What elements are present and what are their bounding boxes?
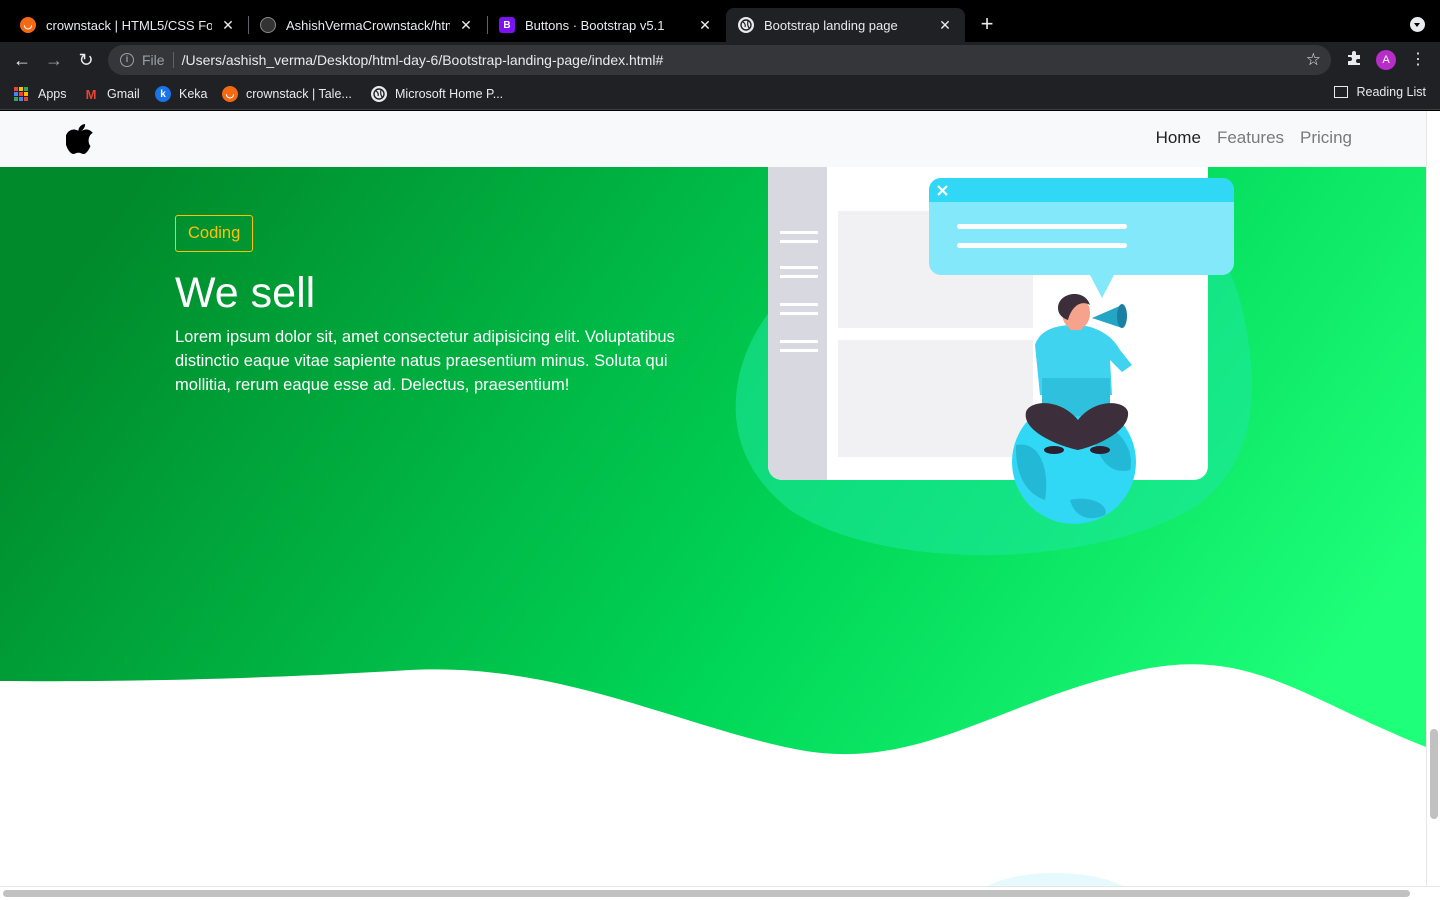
browser-toolbar: ← → ↻ i File /Users/ashish_verma/Desktop… [0, 42, 1440, 78]
tab-title: Bootstrap landing page [764, 17, 898, 33]
close-icon[interactable]: ✕ [937, 17, 953, 34]
horizontal-scrollbar-thumb[interactable] [3, 890, 1410, 897]
reading-list-label: Reading List [1356, 85, 1427, 99]
bookmark-gmail[interactable]: M Gmail [83, 85, 140, 103]
nav-link-features[interactable]: Features [1217, 128, 1284, 148]
bookmark-apps[interactable]: Apps [14, 85, 67, 103]
coding-badge: Coding [175, 215, 254, 252]
info-icon[interactable]: i [120, 53, 134, 67]
bookmark-label: Microsoft Home P... [395, 87, 504, 101]
bookmark-crownstack[interactable]: ◡ crownstack | Tale... [222, 85, 352, 103]
page-viewport: Home Features Pricing Coding We sell Lor… [0, 111, 1426, 886]
site-navbar: Home Features Pricing [0, 111, 1426, 167]
close-icon[interactable]: ✕ [458, 17, 474, 34]
marketing-illustration [735, 167, 1252, 555]
crownstack-icon: ◡ [222, 86, 238, 102]
tab-search-icon[interactable] [1410, 17, 1425, 32]
reading-list-button[interactable]: Reading List [1333, 85, 1427, 99]
crownstack-icon: ◡ [20, 17, 36, 33]
globe-icon [738, 17, 754, 33]
apps-grid-icon [14, 87, 28, 101]
address-separator [172, 52, 174, 68]
vertical-scrollbar-thumb[interactable] [1430, 729, 1438, 819]
vertical-scrollbar[interactable] [1426, 111, 1440, 886]
tab-bootstrap-buttons[interactable]: B Buttons · Bootstrap v5.1 ✕ [487, 8, 725, 42]
forward-arrow-icon[interactable]: → [44, 50, 64, 70]
decorative-circle-partial [987, 873, 1123, 886]
tab-github[interactable]: AshishVermaCrownstack/html- ✕ [248, 8, 486, 42]
bookmark-label: crownstack | Tale... [246, 87, 352, 101]
bookmark-label: Keka [179, 87, 208, 101]
bootstrap-icon: B [499, 17, 515, 33]
apple-logo-icon[interactable] [66, 124, 94, 154]
hero-title: We sell [175, 269, 316, 317]
tab-landing-page[interactable]: Bootstrap landing page ✕ [726, 8, 965, 42]
bookmark-keka[interactable]: k Keka [155, 85, 208, 103]
address-bar[interactable]: i File /Users/ashish_verma/Desktop/html-… [108, 45, 1331, 75]
horizontal-scrollbar[interactable] [0, 886, 1440, 900]
github-icon [260, 17, 276, 33]
tab-title: crownstack | HTML5/CSS For b [46, 17, 212, 33]
bookmark-microsoft[interactable]: Microsoft Home P... [371, 85, 503, 103]
bookmark-star-icon[interactable]: ☆ [1306, 50, 1321, 70]
reading-list-icon [1333, 86, 1348, 98]
tab-crownstack[interactable]: ◡ crownstack | HTML5/CSS For b ✕ [8, 8, 248, 42]
globe-icon [371, 86, 387, 102]
keka-icon: k [155, 86, 171, 102]
nav-link-pricing[interactable]: Pricing [1300, 128, 1352, 148]
tab-title: Buttons · Bootstrap v5.1 [525, 17, 665, 33]
gmail-icon: M [85, 86, 97, 102]
nav-link-home[interactable]: Home [1156, 128, 1201, 148]
close-icon[interactable]: ✕ [697, 17, 713, 34]
address-scheme: File [142, 52, 165, 68]
nav-links: Home Features Pricing [1156, 128, 1352, 148]
bookmark-label: Apps [38, 87, 67, 101]
new-tab-button[interactable]: + [976, 13, 998, 35]
tab-strip: ◡ crownstack | HTML5/CSS For b ✕ AshishV… [0, 0, 1440, 42]
extensions-puzzle-icon[interactable] [1344, 50, 1364, 70]
hero-description: Lorem ipsum dolor sit, amet consectetur … [175, 328, 675, 394]
menu-kebab-icon[interactable]: ⋮ [1410, 50, 1426, 70]
hero-section: Coding We sell Lorem ipsum dolor sit, am… [0, 167, 1426, 767]
tab-title: AshishVermaCrownstack/html- [286, 17, 450, 33]
bookmarks-bar: Apps M Gmail k Keka ◡ crownstack | Tale.… [0, 78, 1440, 110]
address-url[interactable]: /Users/ashish_verma/Desktop/html-day-6/B… [182, 52, 664, 68]
back-arrow-icon[interactable]: ← [12, 50, 32, 70]
bookmark-label: Gmail [107, 87, 140, 101]
next-section-heading-partial [175, 877, 395, 886]
reload-icon[interactable]: ↻ [76, 50, 96, 70]
profile-avatar[interactable]: A [1376, 50, 1396, 70]
close-icon[interactable]: ✕ [220, 17, 236, 34]
